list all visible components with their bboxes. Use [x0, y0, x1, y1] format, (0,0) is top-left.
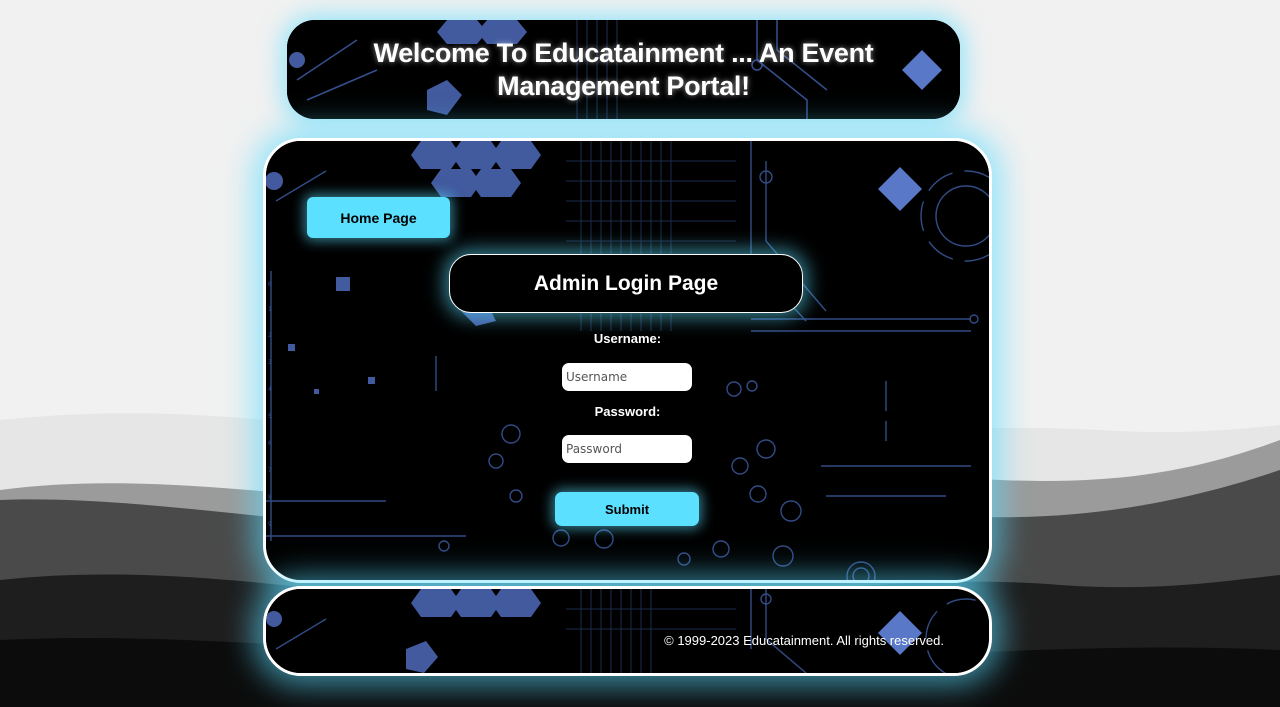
svg-text:4: 4	[268, 386, 272, 393]
home-page-button[interactable]: Home Page	[307, 197, 450, 238]
svg-text:7: 7	[268, 467, 272, 474]
svg-text:2: 2	[268, 332, 272, 339]
login-container: 0 1 2 3 4 5 6 7 8 9 Home Page Admin Logi…	[263, 138, 992, 583]
svg-text:8: 8	[268, 494, 272, 501]
circuit-background-graphic	[266, 589, 989, 673]
svg-text:9: 9	[268, 521, 272, 528]
password-input[interactable]	[562, 435, 692, 463]
svg-text:6: 6	[268, 440, 272, 447]
submit-button[interactable]: Submit	[555, 492, 699, 526]
svg-text:3: 3	[268, 359, 272, 366]
site-title: Welcome To Educatainment ... An Event Ma…	[373, 37, 874, 101]
svg-text:1: 1	[268, 306, 272, 313]
footer: © 1999-2023 Educatainment. All rights re…	[263, 586, 992, 676]
login-title-box: Admin Login Page	[449, 254, 803, 313]
username-input[interactable]	[562, 363, 692, 391]
svg-text:5: 5	[268, 413, 272, 420]
username-label: Username:	[593, 331, 662, 346]
header-banner: Welcome To Educatainment ... An Event Ma…	[287, 20, 960, 119]
svg-text:0: 0	[268, 281, 272, 288]
page-title: Admin Login Page	[533, 271, 719, 295]
password-label: Password:	[594, 404, 661, 419]
copyright-text: © 1999-2023 Educatainment. All rights re…	[664, 633, 944, 648]
